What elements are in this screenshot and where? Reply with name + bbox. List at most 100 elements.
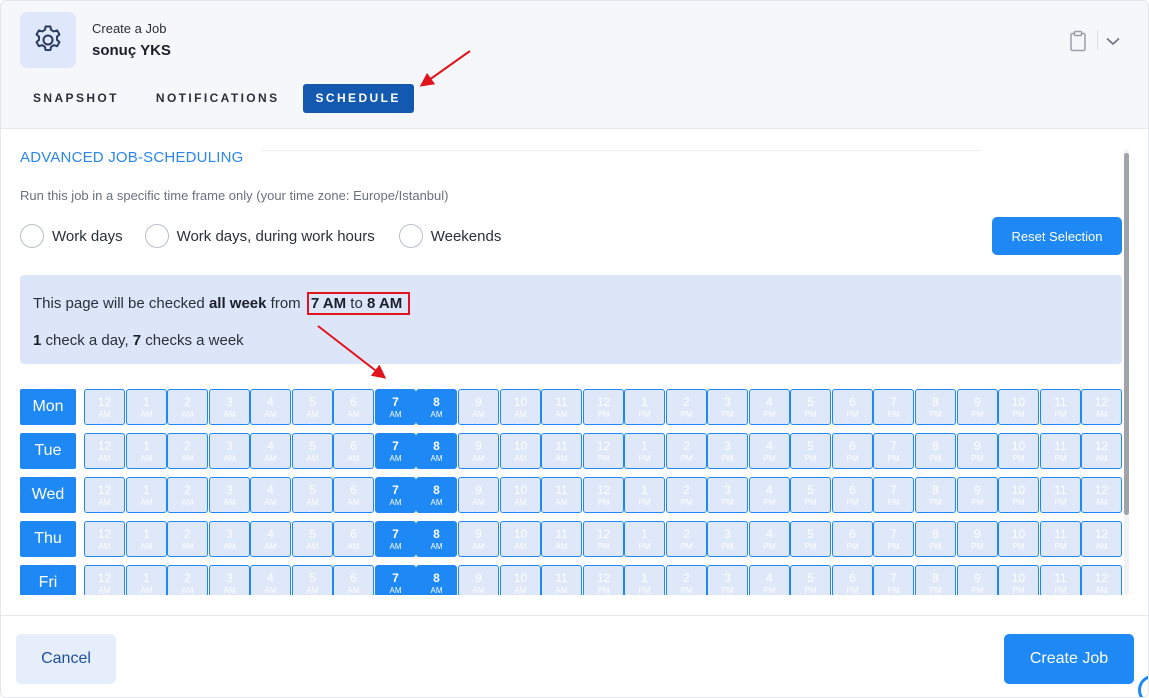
hour-cell[interactable]: 12 PM <box>583 389 624 425</box>
hour-cell[interactable]: 6 PM <box>832 521 873 557</box>
hour-cell[interactable]: 11 AM <box>541 389 582 425</box>
hour-cell[interactable]: 2 PM <box>666 521 707 557</box>
hour-cell[interactable]: 2 PM <box>666 565 707 595</box>
hour-cell[interactable]: 5 PM <box>790 433 831 469</box>
preset-work-hours[interactable]: Work days, during work hours <box>144 224 375 248</box>
hour-cell[interactable]: 12 PM <box>583 477 624 513</box>
hour-cell[interactable]: 3 AM <box>209 433 250 469</box>
hour-cell[interactable]: 10 PM <box>998 389 1039 425</box>
hour-cell[interactable]: 11 PM <box>1040 433 1081 469</box>
hour-cell[interactable]: 10 PM <box>998 433 1039 469</box>
hour-cell[interactable]: 2 AM <box>167 565 208 595</box>
hour-cell[interactable]: 5 PM <box>790 477 831 513</box>
radio-button[interactable] <box>398 224 423 248</box>
reset-selection-button[interactable]: Reset Selection <box>992 217 1122 255</box>
hour-cell[interactable]: 6 AM <box>333 477 374 513</box>
day-toggle[interactable]: Mon <box>20 389 76 425</box>
hour-cell[interactable]: 3 AM <box>209 477 250 513</box>
cancel-button[interactable]: Cancel <box>16 634 116 684</box>
hour-cell[interactable]: 10 AM <box>500 521 541 557</box>
hour-cell[interactable]: 11 PM <box>1040 389 1081 425</box>
tab-notifications[interactable]: NOTIFICATIONS <box>143 84 293 113</box>
hour-cell[interactable]: 3 PM <box>707 477 748 513</box>
hour-cell[interactable]: 12 AM <box>84 565 125 595</box>
scrollbar-thumb[interactable] <box>1124 153 1129 515</box>
hour-cell[interactable]: 11 PM <box>1040 477 1081 513</box>
hour-cell[interactable]: 2 PM <box>666 477 707 513</box>
hour-cell[interactable]: 12 AM <box>1081 565 1122 595</box>
hour-cell[interactable]: 2 PM <box>666 389 707 425</box>
hour-cell[interactable]: 2 AM <box>167 477 208 513</box>
hour-cell[interactable]: 11 AM <box>541 521 582 557</box>
hour-cell[interactable]: 1 PM <box>624 565 665 595</box>
hour-cell[interactable]: 6 AM <box>333 433 374 469</box>
hour-cell[interactable]: 3 AM <box>209 565 250 595</box>
hour-cell[interactable]: 1 PM <box>624 433 665 469</box>
hour-cell[interactable]: 9 AM <box>458 477 499 513</box>
hour-cell[interactable]: 1 PM <box>624 477 665 513</box>
hour-cell[interactable]: 8 AM <box>416 521 457 557</box>
hour-cell[interactable]: 10 AM <box>500 389 541 425</box>
day-toggle[interactable]: Tue <box>20 433 76 469</box>
hour-cell[interactable]: 12 AM <box>84 433 125 469</box>
hour-cell[interactable]: 12 AM <box>1081 477 1122 513</box>
day-toggle[interactable]: Wed <box>20 477 76 513</box>
preset-weekends[interactable]: Weekends <box>398 224 501 248</box>
hour-cell[interactable]: 3 PM <box>707 565 748 595</box>
hour-cell[interactable]: 11 PM <box>1040 521 1081 557</box>
hour-cell[interactable]: 1 AM <box>126 565 167 595</box>
hour-cell[interactable]: 8 AM <box>416 477 457 513</box>
hour-cell[interactable]: 9 PM <box>957 477 998 513</box>
hour-cell[interactable]: 12 PM <box>583 521 624 557</box>
hour-cell[interactable]: 10 AM <box>500 433 541 469</box>
hour-cell[interactable]: 1 AM <box>126 521 167 557</box>
hour-cell[interactable]: 9 PM <box>957 521 998 557</box>
hour-cell[interactable]: 11 PM <box>1040 565 1081 595</box>
hour-cell[interactable]: 8 PM <box>915 565 956 595</box>
hour-cell[interactable]: 1 AM <box>126 477 167 513</box>
hour-cell[interactable]: 5 AM <box>292 565 333 595</box>
hour-cell[interactable]: 6 PM <box>832 565 873 595</box>
hour-cell[interactable]: 7 PM <box>873 477 914 513</box>
hour-cell[interactable]: 5 PM <box>790 565 831 595</box>
hour-cell[interactable]: 7 AM <box>375 521 416 557</box>
hour-cell[interactable]: 2 AM <box>167 433 208 469</box>
hour-cell[interactable]: 9 AM <box>458 433 499 469</box>
hour-cell[interactable]: 4 PM <box>749 433 790 469</box>
hour-cell[interactable]: 3 AM <box>209 521 250 557</box>
hour-cell[interactable]: 7 PM <box>873 565 914 595</box>
day-toggle[interactable]: Thu <box>20 521 76 557</box>
hour-cell[interactable]: 12 AM <box>1081 433 1122 469</box>
hour-cell[interactable]: 5 AM <box>292 477 333 513</box>
preset-work-days[interactable]: Work days <box>20 224 123 248</box>
hour-cell[interactable]: 3 AM <box>209 389 250 425</box>
hour-cell[interactable]: 4 PM <box>749 389 790 425</box>
hour-cell[interactable]: 8 AM <box>416 389 457 425</box>
hour-cell[interactable]: 7 AM <box>375 433 416 469</box>
hour-cell[interactable]: 4 AM <box>250 565 291 595</box>
hour-cell[interactable]: 7 AM <box>375 477 416 513</box>
hour-cell[interactable]: 7 AM <box>375 565 416 595</box>
hour-cell[interactable]: 6 AM <box>333 565 374 595</box>
hour-cell[interactable]: 2 AM <box>167 389 208 425</box>
hour-cell[interactable]: 9 PM <box>957 565 998 595</box>
hour-cell[interactable]: 6 PM <box>832 433 873 469</box>
hour-cell[interactable]: 10 PM <box>998 477 1039 513</box>
hour-cell[interactable]: 10 AM <box>500 477 541 513</box>
hour-cell[interactable]: 3 PM <box>707 389 748 425</box>
hour-cell[interactable]: 5 AM <box>292 521 333 557</box>
radio-button[interactable] <box>144 224 169 248</box>
hour-cell[interactable]: 6 AM <box>333 521 374 557</box>
hour-cell[interactable]: 8 PM <box>915 389 956 425</box>
hour-cell[interactable]: 7 AM <box>375 389 416 425</box>
hour-cell[interactable]: 12 AM <box>1081 389 1122 425</box>
hour-cell[interactable]: 7 PM <box>873 433 914 469</box>
hour-cell[interactable]: 3 PM <box>707 433 748 469</box>
hour-cell[interactable]: 5 AM <box>292 389 333 425</box>
hour-cell[interactable]: 5 PM <box>790 521 831 557</box>
hour-cell[interactable]: 8 PM <box>915 433 956 469</box>
day-toggle[interactable]: Fri <box>20 565 76 595</box>
hour-cell[interactable]: 4 AM <box>250 521 291 557</box>
hour-cell[interactable]: 4 PM <box>749 477 790 513</box>
hour-cell[interactable]: 4 AM <box>250 389 291 425</box>
